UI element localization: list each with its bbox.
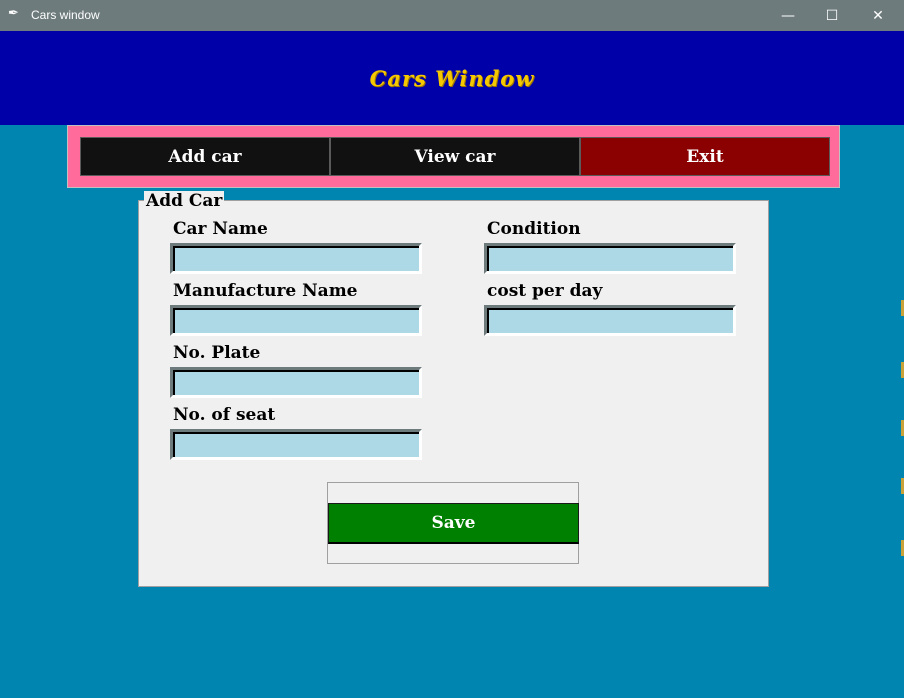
manufacture-name-label: Manufacture Name [173,281,358,301]
cost-per-day-input[interactable] [484,305,736,336]
page-title: Cars Window [369,65,535,91]
exit-button[interactable]: Exit [580,137,830,176]
save-button[interactable]: Save [328,503,579,544]
no-plate-label: No. Plate [173,343,261,363]
nav-bar: Add car View car Exit [67,125,840,188]
minimize-button[interactable]: — [765,0,811,31]
no-of-seat-input[interactable] [170,429,422,460]
car-name-label: Car Name [173,219,268,239]
no-of-seat-label: No. of seat [173,405,276,425]
car-name-input[interactable] [170,243,422,274]
frame-legend: Add Car [144,191,225,211]
condition-input[interactable] [484,243,736,274]
window-title: Cars window [31,8,100,22]
close-window-button[interactable]: ✕ [855,0,901,31]
add-car-button[interactable]: Add car [80,137,330,176]
close-icon: ✕ [872,7,884,24]
cost-per-day-label: cost per day [487,281,603,301]
window-titlebar: ✒ Cars window — ☐ ✕ [0,0,904,31]
maximize-button[interactable]: ☐ [809,0,855,31]
no-plate-input[interactable] [170,367,422,398]
maximize-icon: ☐ [825,7,839,24]
minimize-icon: — [781,7,795,24]
manufacture-name-input[interactable] [170,305,422,336]
condition-label: Condition [487,219,581,239]
view-car-button[interactable]: View car [330,137,580,176]
header-banner: Cars Window [0,31,904,125]
feather-icon: ✒ [8,6,19,21]
